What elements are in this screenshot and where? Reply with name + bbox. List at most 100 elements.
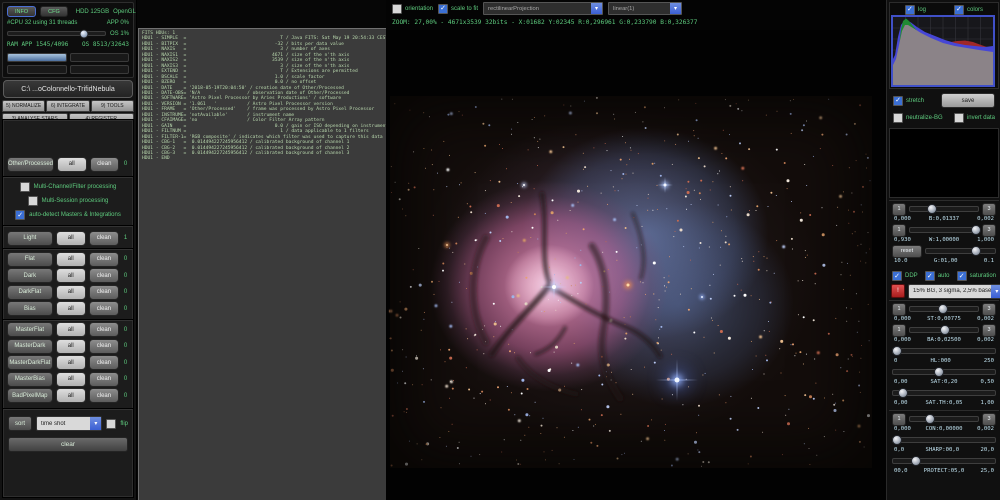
slider-thumb[interactable] [940,325,950,335]
neutralize-bg-checkbox[interactable] [893,113,903,123]
preset-color-button[interactable]: ! [891,284,905,298]
scale-to-fit-checkbox[interactable]: ✓ [438,4,448,14]
slider-track[interactable] [892,348,996,354]
frame-all-button[interactable]: all [56,268,86,283]
frame-all-button[interactable]: all [56,252,86,267]
sort-button[interactable]: sort [8,416,32,431]
frame-type-button[interactable]: Dark [7,268,53,283]
slider-thumb[interactable] [925,414,935,424]
cpu-threads-slider-thumb[interactable] [79,29,88,38]
frame-type-button[interactable]: Bias [7,301,53,316]
frame-type-button[interactable]: Flat [7,252,53,267]
colors-checkbox[interactable]: ✓ [954,5,964,15]
slider-track[interactable] [925,248,996,254]
slider-track[interactable] [892,437,996,443]
clear-button[interactable]: clear [8,437,128,452]
slider-thumb[interactable] [934,367,944,377]
chevron-down-icon[interactable]: ▾ [991,285,1000,298]
slider-decrement-button[interactable]: reset [892,245,922,258]
chevron-down-icon[interactable]: ▾ [591,3,602,14]
save-button[interactable]: save [941,93,995,108]
tab[interactable]: 5) NORMALIZE [2,100,45,112]
checkbox[interactable] [28,196,38,206]
frame-clean-button[interactable]: clean [89,372,119,387]
frame-clean-button[interactable]: clean [89,388,119,403]
slider-increment-button[interactable]: 3 [982,303,996,316]
frame-all-button[interactable]: all [56,372,86,387]
slider-thumb[interactable] [971,225,981,235]
frame-clean-button[interactable]: clean [89,322,119,337]
slider-track[interactable] [892,458,996,464]
slider-track[interactable] [892,390,996,396]
frame-type-button[interactable]: MasterDark [7,339,53,354]
projection-dropdown[interactable]: rectilinearProjection ▾ [483,2,603,15]
stretch-checkbox[interactable]: ✓ [893,96,903,106]
other-processed-clean-button[interactable]: clean [90,157,119,172]
ddp-checkbox[interactable]: ✓ [892,271,902,281]
slider-thumb[interactable] [911,456,921,466]
working-directory-button[interactable]: C:\ ...oColonnello-TrifidNebula [3,80,133,98]
frame-clean-button[interactable]: clean [89,268,119,283]
frame-all-button[interactable]: all [56,388,86,403]
slider-thumb[interactable] [892,346,902,356]
slider-increment-button[interactable]: 3 [982,203,996,216]
chevron-down-icon[interactable]: ▾ [90,417,101,430]
other-processed-all-button[interactable]: all [57,157,86,172]
info-button[interactable]: INFO [7,6,36,17]
frame-all-button[interactable]: all [56,231,86,246]
flip-checkbox[interactable] [106,419,116,429]
saturation-checkbox[interactable]: ✓ [957,271,967,281]
frame-clean-button[interactable]: clean [89,339,119,354]
slider-increment-button[interactable]: 3 [982,224,996,237]
log-checkbox[interactable]: ✓ [905,5,915,15]
frame-type-button[interactable]: BadPixelMap [7,388,53,403]
slider-track[interactable] [892,369,996,375]
stretch-mode-dropdown[interactable]: linear(1) ▾ [608,2,682,15]
checkbox[interactable]: ✓ [15,210,25,220]
auto-checkbox[interactable]: ✓ [925,271,935,281]
tab[interactable]: 6) INTEGRATE [46,100,89,112]
slider-track[interactable] [909,206,979,212]
slider-thumb[interactable] [938,304,948,314]
sort-dropdown[interactable]: time shot ▾ [36,416,102,431]
frame-all-button[interactable]: all [56,301,86,316]
chevron-down-icon[interactable]: ▾ [670,3,681,14]
frame-all-button[interactable]: all [56,285,86,300]
slider-track[interactable] [909,306,979,312]
tab[interactable]: 9) TOOLS [91,100,134,112]
slider-thumb[interactable] [927,204,937,214]
frame-type-button[interactable]: DarkFlat [7,285,53,300]
frame-clean-button[interactable]: clean [89,285,119,300]
slider-thumb[interactable] [892,435,902,445]
slider-track[interactable] [909,416,979,422]
slider-increment-button[interactable]: 3 [982,413,996,426]
frame-type-button[interactable]: MasterBias [7,372,53,387]
other-processed-button[interactable]: Other/Processed [7,157,54,172]
cpu-threads-slider[interactable] [7,31,106,36]
orientation-checkbox[interactable] [392,4,402,14]
nebula-image[interactable] [390,96,872,468]
frame-clean-button[interactable]: clean [89,355,119,370]
frame-clean-button[interactable]: clean [89,231,119,246]
slider-track[interactable] [909,227,979,233]
viewer-canvas[interactable] [386,30,886,500]
fits-header-panel[interactable]: FITS HDUs: 1HDU1 - SIMPLE = T / Java FIT… [138,28,392,500]
frame-type-button[interactable]: MasterDarkFlat [7,355,53,370]
slider-track[interactable] [909,327,979,333]
checkbox[interactable] [20,182,30,192]
frame-all-button[interactable]: all [56,322,86,337]
frame-clean-button[interactable]: clean [89,252,119,267]
slider-decrement-button[interactable]: 1 [892,324,906,337]
slider-thumb[interactable] [971,246,981,256]
frame-all-button[interactable]: all [56,339,86,354]
frame-type-button[interactable]: Light [7,231,53,246]
frame-all-button[interactable]: all [56,355,86,370]
invert-data-checkbox[interactable] [954,113,964,123]
slider-decrement-button[interactable]: 1 [892,203,906,216]
slider-increment-button[interactable]: 3 [982,324,996,337]
cfg-button[interactable]: CFG [40,6,68,17]
slider-decrement-button[interactable]: 1 [892,224,906,237]
frame-type-button[interactable]: MasterFlat [7,322,53,337]
slider-thumb[interactable] [898,388,908,398]
slider-decrement-button[interactable]: 1 [892,413,906,426]
